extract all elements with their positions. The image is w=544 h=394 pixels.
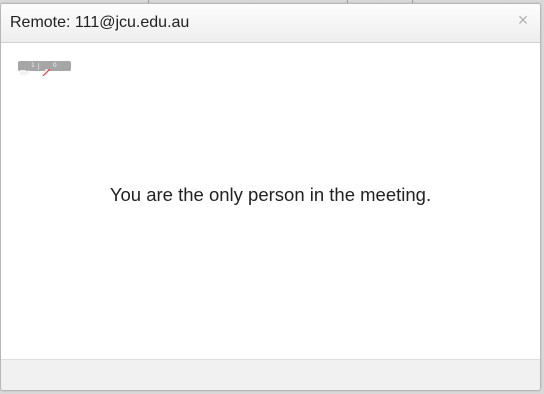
audio-stream-count: 0 <box>52 62 57 69</box>
media-stats-badge: 1 0 <box>18 61 71 76</box>
dialog-title: Remote: 111@jcu.edu.au <box>10 14 190 31</box>
dialog-footer <box>1 359 540 390</box>
close-icon[interactable]: × <box>515 9 531 31</box>
only-person-message: You are the only person in the meeting. <box>109 184 432 205</box>
dialog-header: Remote: 111@jcu.edu.au × <box>1 4 540 43</box>
remote-video-dialog: Remote: 111@jcu.edu.au × 1 0 You are the… <box>0 3 541 391</box>
muted-microphone-icon <box>42 63 51 76</box>
video-camera-icon <box>20 63 29 75</box>
video-stream-count: 1 <box>31 62 35 69</box>
stats-divider <box>37 62 39 70</box>
